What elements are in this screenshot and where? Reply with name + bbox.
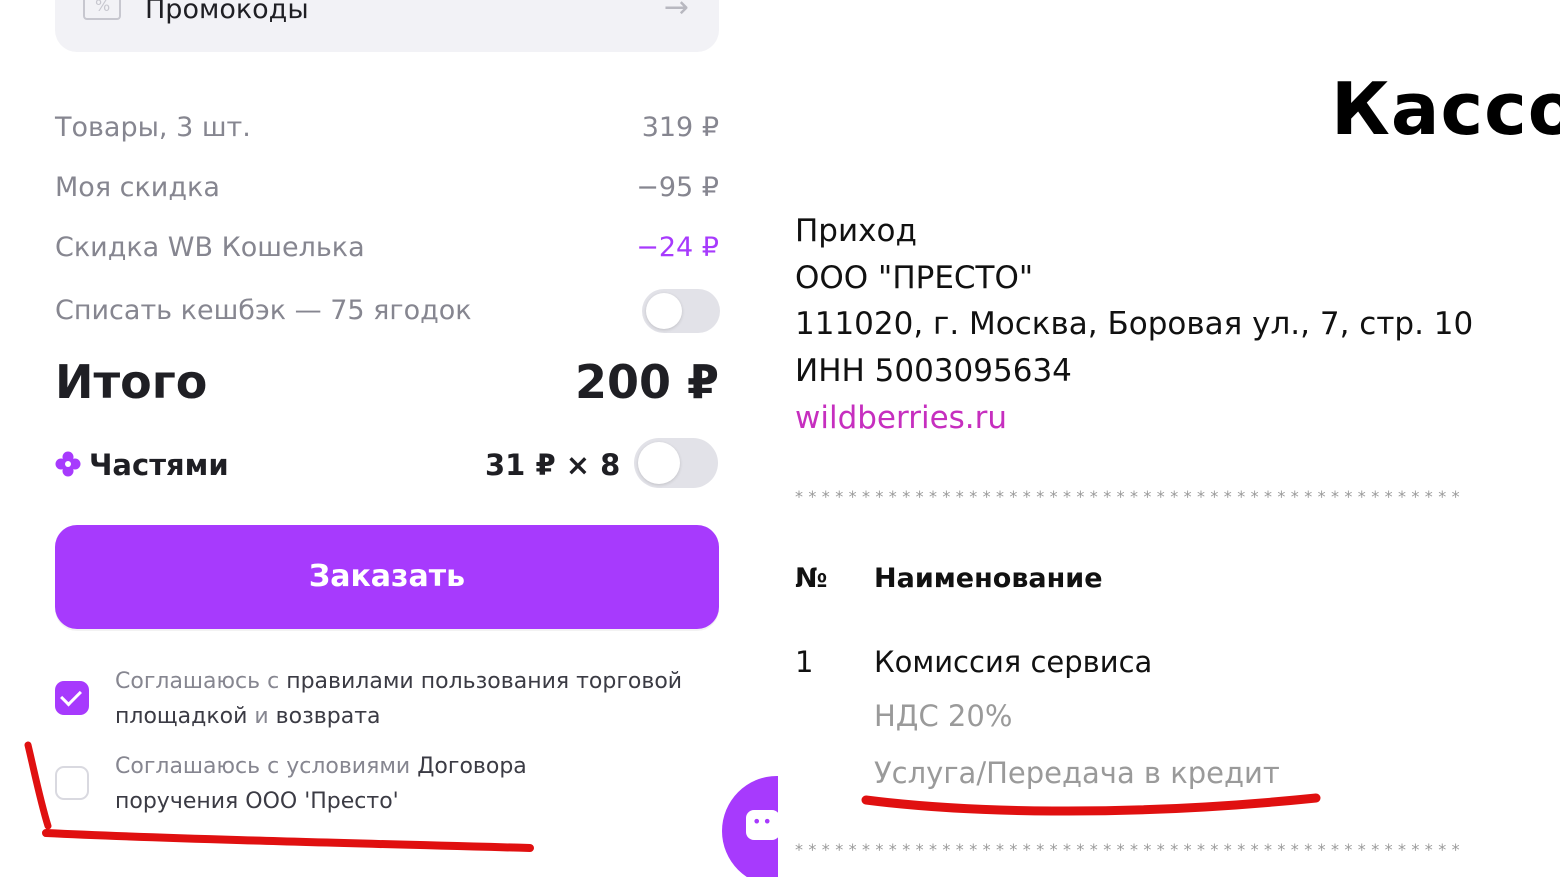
arrow-right-icon: → xyxy=(663,0,689,25)
agree-rules-text: Соглашаюсь с правилами пользования торго… xyxy=(115,664,725,734)
agree-rules: Соглашаюсь с правилами пользования торго… xyxy=(55,664,719,734)
checkout-panel: Промокоды → Товары, 3 шт. 319 ₽ Моя скид… xyxy=(0,0,778,877)
receipt-operation: Приход xyxy=(795,213,917,249)
summary-label: Скидка WB Кошелька xyxy=(55,232,365,263)
installments-row: Частями 31 ₽ × 8 xyxy=(55,440,719,490)
agree-rules-checkbox[interactable] xyxy=(55,681,89,715)
receipt-panel: Кассов Приход ООО "ПРЕСТО" 111020, г. Мо… xyxy=(778,0,1560,877)
chat-button[interactable] xyxy=(722,776,778,877)
installments-toggle[interactable] xyxy=(634,438,718,488)
percent-icon xyxy=(83,0,121,20)
total-label: Итого xyxy=(55,355,208,409)
promo-label: Промокоды xyxy=(145,0,309,25)
agree-text-part: Соглашаюсь с xyxy=(115,669,287,694)
agree-contract-text: Соглашаюсь с условиями Договора поручени… xyxy=(115,749,585,819)
toggle-knob xyxy=(638,442,680,484)
chat-icon xyxy=(746,810,778,840)
summary-value: −24 ₽ xyxy=(636,232,719,263)
agree-text-part: и xyxy=(247,704,276,729)
agree-contract: Соглашаюсь с условиями Договора поручени… xyxy=(55,749,719,819)
cashback-label: Списать кешбэк — 75 ягодок xyxy=(55,295,472,326)
receipt-website-link[interactable]: wildberries.ru xyxy=(795,398,1007,438)
summary-row-wallet-discount: Скидка WB Кошелька −24 ₽ xyxy=(55,228,719,268)
summary-row-items: Товары, 3 шт. 319 ₽ xyxy=(55,108,719,148)
parts-flower-icon xyxy=(55,451,81,477)
total-row: Итого 200 ₽ xyxy=(55,352,719,412)
agree-text-part: Соглашаюсь с условиями xyxy=(115,754,418,779)
receipt-company: ООО "ПРЕСТО" xyxy=(795,260,1034,296)
summary-value: −95 ₽ xyxy=(636,172,719,203)
installments-value: 31 ₽ × 8 xyxy=(485,448,621,482)
summary-value: 319 ₽ xyxy=(641,112,719,143)
column-name-header: Наименование xyxy=(874,563,1103,594)
item-name: Комиссия сервиса xyxy=(874,645,1153,679)
receipt-title: Кассов xyxy=(1331,67,1560,151)
toggle-knob xyxy=(646,293,682,329)
total-value: 200 ₽ xyxy=(574,355,719,409)
order-button[interactable]: Заказать xyxy=(55,525,719,629)
receipt-inn: ИНН 5003095634 xyxy=(795,353,1072,389)
agree-contract-checkbox[interactable] xyxy=(55,766,89,800)
cashback-row: Списать кешбэк — 75 ягодок xyxy=(55,291,719,331)
cashback-toggle[interactable] xyxy=(642,289,720,333)
item-vat: НДС 20% xyxy=(874,699,1013,733)
summary-label: Моя скидка xyxy=(55,172,220,203)
item-number: 1 xyxy=(795,645,814,679)
receipt-address: 111020, г. Москва, Боровая ул., 7, стр. … xyxy=(795,306,1474,342)
summary-row-my-discount: Моя скидка −95 ₽ xyxy=(55,168,719,208)
receipt-separator: ****************************************… xyxy=(795,840,1465,859)
receipt-separator: ****************************************… xyxy=(795,487,1465,506)
column-number-header: № xyxy=(795,563,828,594)
promo-codes-button[interactable]: Промокоды → xyxy=(55,0,719,52)
item-type: Услуга/Передача в кредит xyxy=(874,756,1280,790)
return-link[interactable]: возврата xyxy=(276,704,381,729)
installments-label: Частями xyxy=(89,448,229,482)
summary-label: Товары, 3 шт. xyxy=(55,112,251,143)
